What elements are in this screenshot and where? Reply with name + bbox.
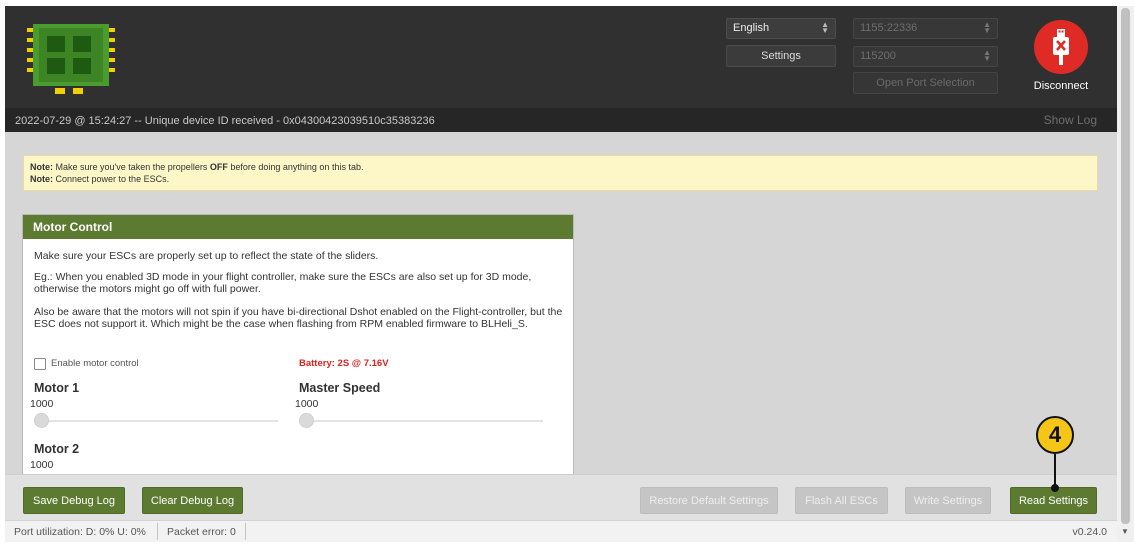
step-callout-badge: 4	[1036, 416, 1074, 454]
disconnect-button[interactable]	[1034, 20, 1088, 74]
note-text: before doing anything on this tab.	[230, 162, 364, 172]
scroll-down-arrow-icon[interactable]: ▼	[1121, 527, 1129, 536]
clear-debug-log-label: Clear Debug Log	[150, 495, 235, 507]
usb-disconnect-icon	[1053, 29, 1069, 65]
read-settings-label: Read Settings	[1018, 495, 1089, 507]
flash-all-escs-button[interactable]: Flash All ESCs	[795, 487, 888, 514]
log-message: 2022-07-29 @ 15:24:27 -- Unique device I…	[15, 115, 435, 127]
motor-1-slider-track[interactable]	[34, 420, 278, 422]
note-emphasis: OFF	[209, 162, 228, 172]
note-text: Make sure you've taken the propellers	[55, 162, 208, 172]
scrollbar-thumb[interactable]	[1121, 8, 1130, 524]
select-arrows-icon: ▲ ▼	[983, 48, 991, 63]
restore-default-settings-label: Restore Default Settings	[649, 495, 769, 507]
language-select-value: English	[733, 22, 770, 34]
master-speed-label: Master Speed	[299, 381, 381, 395]
motor-1-label: Motor 1	[34, 381, 80, 395]
motor-control-text-3: Also be aware that the motors will not s…	[34, 306, 563, 330]
enable-motor-control-label[interactable]: Enable motor control	[51, 358, 139, 369]
open-port-selection-label: Open Port Selection	[876, 77, 975, 89]
motor-control-text-2: Eg.: When you enabled 3D mode in your fl…	[34, 271, 532, 295]
packet-error: Packet error: 0	[167, 526, 236, 538]
select-arrows-icon: ▲ ▼	[821, 20, 829, 35]
app-version: v0.24.0	[1072, 526, 1107, 538]
save-debug-log-button[interactable]: Save Debug Log	[23, 487, 125, 514]
write-settings-button[interactable]: Write Settings	[905, 487, 991, 514]
baud-select[interactable]: 115200 ▲ ▼	[853, 46, 998, 67]
note-box: Note: Make sure you've taken the propell…	[23, 155, 1098, 191]
note-label: Note:	[30, 174, 53, 184]
motor-1-slider-thumb[interactable]	[34, 413, 49, 428]
note-label: Note:	[30, 162, 53, 172]
save-debug-log-label: Save Debug Log	[33, 495, 115, 507]
settings-button[interactable]: Settings	[726, 45, 836, 67]
motor-2-value: 1000	[30, 459, 54, 471]
master-speed-value: 1000	[295, 398, 319, 410]
main-content: Note: Make sure you've taken the propell…	[5, 132, 1117, 474]
restore-default-settings-button[interactable]: Restore Default Settings	[640, 487, 778, 514]
motor-control-title: Motor Control	[23, 215, 573, 239]
note-line-1: Note: Make sure you've taken the propell…	[30, 161, 1091, 173]
note-line-2: Note: Connect power to the ESCs.	[30, 173, 1091, 185]
log-bar: 2022-07-29 @ 15:24:27 -- Unique device I…	[5, 108, 1117, 132]
master-speed-slider-track[interactable]	[299, 420, 543, 422]
disconnect-label[interactable]: Disconnect	[1027, 80, 1095, 92]
enable-motor-control-checkbox[interactable]	[34, 358, 46, 370]
clear-debug-log-button[interactable]: Clear Debug Log	[142, 487, 243, 514]
bottom-toolbar: Save Debug Log Clear Debug Log Restore D…	[5, 474, 1117, 520]
motor-1-value: 1000	[30, 398, 54, 410]
note-text: Connect power to the ESCs.	[55, 174, 170, 184]
master-speed-slider-thumb[interactable]	[299, 413, 314, 428]
callout-pointer-line	[1054, 454, 1056, 486]
select-arrows-icon: ▲ ▼	[983, 20, 991, 35]
app-header: English ▲ ▼ Settings 1155:22336 ▲ ▼ 115200…	[5, 6, 1117, 108]
flash-all-escs-label: Flash All ESCs	[805, 495, 878, 507]
status-separator	[245, 523, 246, 540]
show-log-button[interactable]: Show Log	[1044, 113, 1097, 127]
motor-control-panel: Motor Control Make sure your ESCs are pr…	[22, 214, 574, 474]
settings-button-label: Settings	[761, 50, 801, 62]
port-select-value: 1155:22336	[860, 22, 918, 34]
callout-pointer-dot	[1051, 484, 1059, 492]
port-select[interactable]: 1155:22336 ▲ ▼	[853, 18, 998, 39]
page-scrollbar[interactable]: ▼	[1117, 6, 1134, 542]
motor-2-label: Motor 2	[34, 442, 80, 456]
status-bar: Port utilization: D: 0% U: 0% Packet err…	[5, 520, 1117, 542]
app-logo-icon	[27, 24, 115, 94]
language-select[interactable]: English ▲ ▼	[726, 18, 836, 39]
status-separator	[157, 523, 158, 540]
write-settings-label: Write Settings	[913, 495, 983, 507]
motor-control-text-1: Make sure your ESCs are properly set up …	[34, 250, 379, 262]
port-utilization: Port utilization: D: 0% U: 0%	[14, 526, 146, 538]
open-port-selection-button[interactable]: Open Port Selection	[853, 72, 998, 94]
baud-select-value: 115200	[860, 50, 896, 62]
battery-status: Battery: 2S @ 7.16V	[299, 358, 389, 369]
